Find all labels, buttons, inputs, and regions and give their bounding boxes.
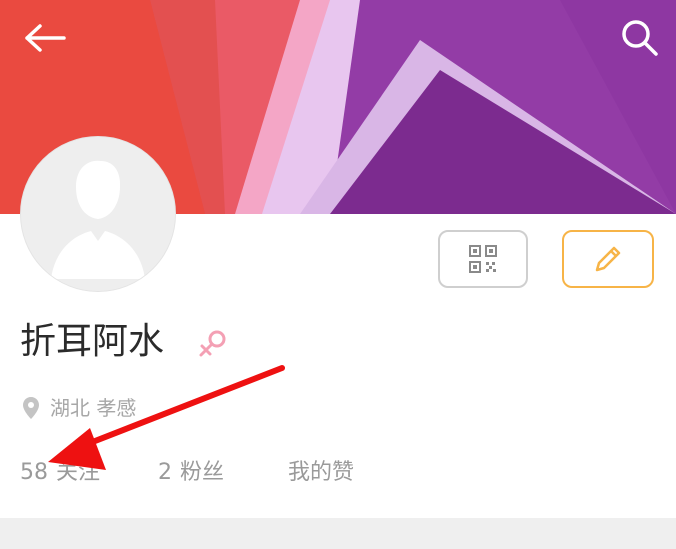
fans-stat[interactable]: 2 粉丝 <box>158 456 288 490</box>
avatar[interactable] <box>20 136 176 292</box>
search-button[interactable] <box>616 14 664 62</box>
search-icon <box>622 20 658 56</box>
location-text: 湖北 孝感 <box>50 396 137 420</box>
my-likes-stat[interactable]: 我的赞 <box>288 456 354 490</box>
qr-code-button[interactable] <box>438 230 528 288</box>
my-likes-label: 我的赞 <box>288 460 355 485</box>
username: 折耳阿水 <box>20 321 165 362</box>
pencil-icon <box>595 246 621 272</box>
following-label: 关注 <box>56 460 101 485</box>
profile-stats: 58 关注 2 粉丝 我的赞 <box>20 456 354 490</box>
default-avatar-icon <box>21 137 175 291</box>
fans-label: 粉丝 <box>180 460 225 485</box>
section-divider <box>0 518 676 549</box>
edit-profile-button[interactable] <box>562 230 654 288</box>
back-button[interactable] <box>22 14 70 62</box>
fans-count: 2 <box>158 460 172 485</box>
map-pin-icon <box>23 397 39 419</box>
qr-code-icon <box>469 245 497 273</box>
following-count: 58 <box>20 460 48 485</box>
following-stat[interactable]: 58 关注 <box>20 456 158 490</box>
female-symbol-icon <box>199 330 226 357</box>
arrow-left-icon <box>25 24 66 52</box>
location: 湖北 孝感 <box>22 394 136 422</box>
